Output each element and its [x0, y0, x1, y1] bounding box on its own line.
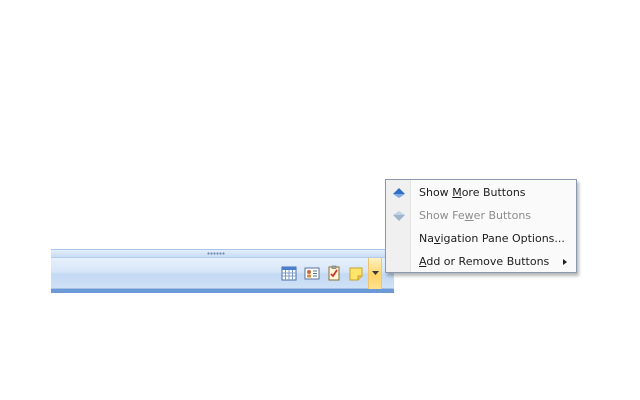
menu-item-show-fewer-buttons: Show Fewer Buttons: [387, 205, 575, 227]
menu-item-navigation-pane-options[interactable]: Navigation Pane Options...: [387, 228, 575, 250]
pane-splitter[interactable]: [51, 249, 394, 258]
pane-bottom-border: [51, 289, 394, 293]
menu-item-label: Navigation Pane Options...: [419, 232, 565, 245]
calendar-button[interactable]: [280, 264, 298, 282]
tasks-button[interactable]: [325, 264, 343, 282]
menu-item-label: Show Fewer Buttons: [419, 209, 532, 222]
contacts-icon: [304, 267, 320, 280]
screen: Show More Buttons Show Fewer Buttons Nav…: [0, 0, 640, 400]
menu-item-label: Add or Remove Buttons: [419, 255, 550, 268]
chevron-down-icon: [371, 271, 379, 275]
submenu-arrow-icon: [563, 259, 567, 265]
menu-item-show-more-buttons[interactable]: Show More Buttons: [387, 182, 575, 204]
calendar-icon: [281, 266, 297, 281]
arrow-up-icon: [392, 187, 406, 199]
menu-item-add-or-remove-buttons[interactable]: Add or Remove Buttons: [387, 251, 575, 273]
arrow-down-icon: [392, 210, 406, 222]
configure-buttons-button[interactable]: [368, 258, 382, 289]
splitter-grip-icon[interactable]: [207, 252, 225, 255]
contacts-button[interactable]: [303, 264, 321, 282]
navigation-pane-button-bar: [51, 249, 394, 293]
menu-item-label: Show More Buttons: [419, 186, 526, 199]
minimized-buttons-strip: [51, 258, 394, 289]
notes-icon: [349, 267, 363, 281]
tasks-icon: [328, 265, 340, 281]
configure-buttons-menu: Show More Buttons Show Fewer Buttons Nav…: [385, 179, 577, 273]
notes-button[interactable]: [347, 264, 365, 282]
